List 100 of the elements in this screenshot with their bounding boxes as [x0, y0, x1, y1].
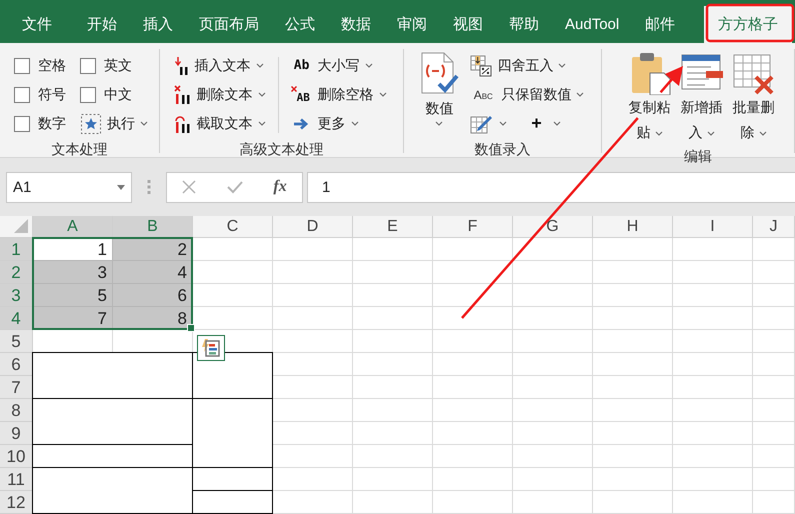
table-cell — [753, 261, 795, 284]
insert-text-icon — [174, 56, 190, 76]
column-header[interactable]: C — [193, 216, 273, 238]
ribbon-large-button[interactable]: 复制粘贴 — [624, 49, 676, 145]
caret-icon — [378, 92, 387, 97]
caret-icon — [140, 121, 148, 126]
caret-icon — [258, 121, 266, 126]
ribbon-button[interactable]: Ab 大小写 — [288, 51, 389, 80]
ribbon-tab[interactable]: 视图 — [440, 6, 496, 43]
table-cell — [753, 399, 795, 422]
formula-input[interactable]: 1 — [307, 172, 795, 202]
ribbon-button[interactable]: 四舍五入 — [468, 51, 586, 80]
number-check-icon — [419, 51, 460, 95]
case-icon: Ab — [290, 58, 313, 73]
checkbox-label: 数字 — [38, 114, 66, 132]
row-header[interactable]: 5 — [0, 330, 33, 353]
table-cell — [753, 284, 795, 307]
row-header[interactable]: 8 — [0, 399, 33, 422]
table-cell — [753, 445, 795, 468]
row-header[interactable]: 11 — [0, 468, 33, 491]
row-header[interactable]: 12 — [0, 491, 33, 514]
column-header[interactable]: B — [113, 216, 193, 238]
table-cell: 2 — [113, 238, 193, 261]
caret-icon — [558, 63, 566, 68]
ribbon-button[interactable]: + — [523, 109, 563, 138]
checkbox[interactable] — [14, 116, 30, 132]
column-header[interactable]: J — [753, 216, 795, 238]
table-cell: 5 — [33, 284, 113, 307]
row-header[interactable]: 1 — [0, 238, 33, 261]
table-cell — [753, 353, 795, 376]
column-header[interactable]: E — [353, 216, 433, 238]
fill-handle[interactable] — [187, 324, 195, 332]
table-cell — [753, 330, 795, 353]
ribbon-button[interactable]: 更多 — [288, 109, 389, 138]
quick-analysis-button[interactable] — [197, 335, 225, 361]
table-cell — [753, 422, 795, 445]
ribbon-button[interactable]: 截取文本 — [172, 109, 268, 138]
column-header[interactable]: G — [513, 216, 593, 238]
name-box[interactable]: A1 — [6, 172, 132, 202]
insert-function-button[interactable]: fx — [273, 178, 287, 196]
table-cell: 4 — [113, 261, 193, 284]
enter-check-icon[interactable] — [226, 180, 243, 194]
ribbon-button[interactable]: AB 删除空格 — [288, 80, 389, 109]
column-header[interactable]: D — [273, 216, 353, 238]
table-cell: 6 — [113, 284, 193, 307]
drag-handle-icon[interactable] — [147, 179, 151, 195]
extract-text-icon — [174, 114, 192, 134]
ribbon-large-button[interactable]: 批量删除 — [728, 49, 780, 145]
ribbon-tab[interactable]: 文件 — [9, 6, 65, 43]
table-cell — [753, 468, 795, 491]
ribbon-large-button[interactable]: 数值 — [416, 49, 462, 126]
ribbon-tab[interactable]: 插入 — [130, 6, 186, 43]
checkbox[interactable] — [14, 58, 30, 74]
row-header[interactable]: 10 — [0, 445, 33, 468]
row-header[interactable]: 6 — [0, 353, 33, 376]
table-percent-icon — [470, 54, 492, 76]
column-header[interactable]: F — [433, 216, 513, 238]
table-cell: 1 — [33, 238, 113, 261]
checkbox-label: 空格 — [38, 56, 66, 74]
ribbon-tab[interactable]: 公式 — [272, 6, 328, 43]
checkbox-label: 英文 — [104, 56, 132, 74]
ribbon-tab[interactable]: 邮件 — [632, 6, 688, 43]
checkbox-label: 中文 — [104, 86, 132, 104]
checkbox-label: 符号 — [38, 86, 66, 104]
checkbox[interactable] — [80, 58, 96, 74]
group-title: 高级文本处理 — [238, 140, 324, 159]
caret-icon — [576, 92, 584, 97]
ribbon-tab[interactable]: 页面布局 — [186, 6, 272, 43]
caret-icon — [435, 121, 444, 126]
dropdown-arrow-icon[interactable] — [117, 184, 125, 190]
column-header[interactable]: I — [673, 216, 753, 238]
ribbon-tab[interactable]: 数据 — [328, 6, 384, 43]
ribbon-button[interactable]: Abc 只保留数值 — [468, 80, 586, 109]
caret-icon — [256, 63, 264, 68]
ribbon-tab[interactable]: 帮助 — [496, 6, 552, 43]
ribbon-large-button[interactable]: 新增插入 — [676, 49, 728, 145]
ribbon-button[interactable]: 插入文本 — [172, 51, 268, 80]
row-header[interactable]: 9 — [0, 422, 33, 445]
caret-icon — [552, 121, 561, 126]
row-header[interactable]: 3 — [0, 284, 33, 307]
row-header[interactable]: 7 — [0, 376, 33, 399]
ribbon-tab[interactable]: 审阅 — [384, 6, 440, 43]
group-title: 数值录入 — [473, 140, 532, 159]
table-cell — [753, 376, 795, 399]
column-header[interactable]: A — [33, 216, 113, 238]
row-header[interactable]: 2 — [0, 261, 33, 284]
caret-icon — [350, 121, 359, 126]
ribbon-button[interactable]: 执行 — [80, 109, 150, 138]
table-cell — [753, 238, 795, 261]
caret-icon — [654, 130, 663, 136]
ribbon-tab[interactable]: 开始 — [74, 6, 130, 43]
ribbon-button[interactable]: 删除文本 — [172, 80, 268, 109]
caret-icon — [499, 121, 508, 126]
checkbox[interactable] — [80, 86, 96, 102]
row-header[interactable]: 4 — [0, 307, 33, 330]
table-cell: 3 — [33, 261, 113, 284]
caret-icon — [258, 92, 266, 97]
checkbox[interactable] — [14, 86, 30, 102]
column-header[interactable]: H — [593, 216, 673, 238]
ribbon-tab[interactable]: AudTool — [552, 6, 632, 43]
